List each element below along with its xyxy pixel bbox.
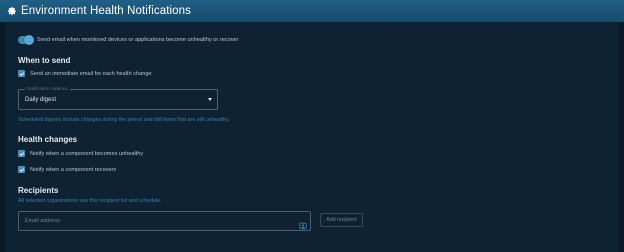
recover-notify-row[interactable]: Notify when a component recovers	[18, 166, 116, 173]
unhealthy-notify-checkbox[interactable]	[18, 150, 25, 157]
toggle-label: Send email when monitored devices or app…	[37, 37, 239, 43]
immediate-email-row[interactable]: Send an immediate email for each health …	[18, 70, 152, 77]
recover-notify-label: Notify when a component recovers	[30, 166, 117, 173]
schedule-help-text: Scheduled digests include changes during…	[18, 117, 230, 123]
gear-icon	[6, 6, 17, 17]
notifications-toggle-row[interactable]: Send email when monitored devices or app…	[18, 35, 239, 45]
contact-card-icon[interactable]	[299, 217, 307, 230]
when-to-send-title: When to send	[18, 56, 71, 65]
email-field[interactable]: Email address	[18, 211, 311, 231]
schedule-select-legend: Notification cadence	[25, 86, 70, 91]
email-placeholder: Email address	[25, 218, 60, 224]
settings-panel: Send email when monitored devices or app…	[5, 22, 619, 252]
recipients-title: Recipients	[18, 186, 59, 195]
page-title: Environment Health Notifications	[21, 5, 192, 17]
health-changes-title: Health changes	[18, 135, 78, 144]
schedule-select[interactable]: Notification cadence Daily digest	[18, 86, 218, 110]
unhealthy-notify-row[interactable]: Notify when a component becomes unhealth…	[18, 150, 143, 157]
schedule-select-value: Daily digest	[25, 97, 57, 103]
header-bar: Environment Health Notifications	[0, 0, 624, 22]
unhealthy-notify-label: Notify when a component becomes unhealth…	[30, 150, 144, 157]
immediate-email-label: Send an immediate email for each health …	[30, 70, 152, 77]
chevron-down-icon	[208, 98, 212, 101]
recover-notify-checkbox[interactable]	[18, 166, 25, 173]
add-recipient-button[interactable]: Add recipient	[320, 213, 363, 227]
immediate-email-checkbox[interactable]	[18, 70, 25, 77]
recipients-subtitle: All selected organizations use this reci…	[18, 198, 162, 204]
toggle-knob	[24, 35, 34, 45]
notifications-toggle[interactable]	[18, 35, 34, 45]
